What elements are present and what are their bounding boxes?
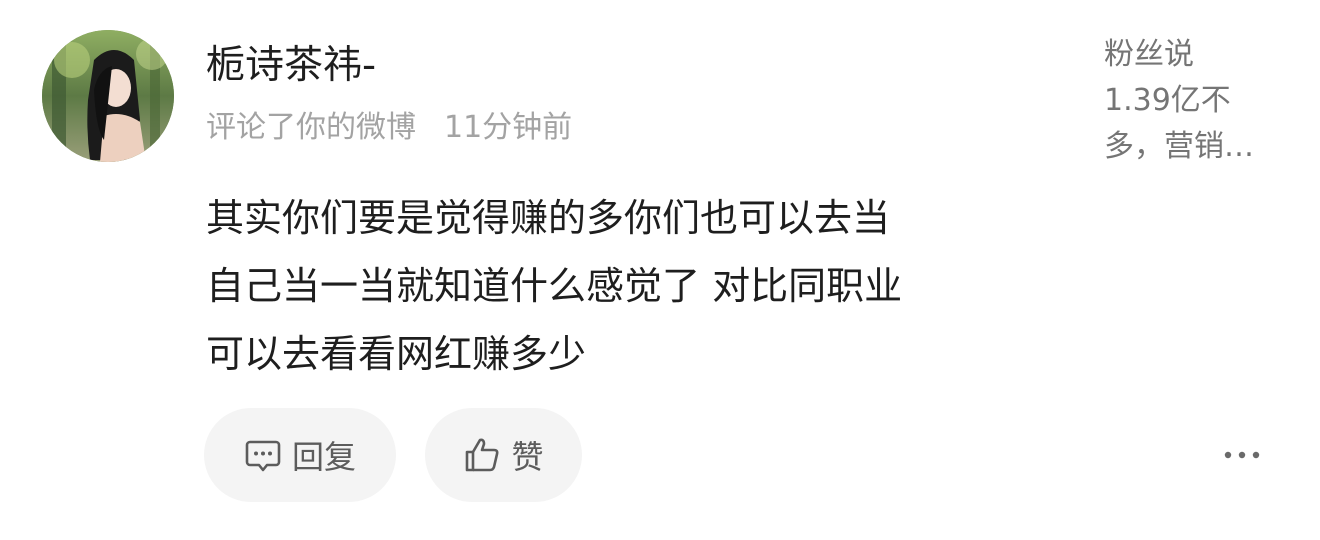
reply-label: 回复 xyxy=(291,438,356,476)
comment-meta: 评论了你的微博 11分钟前 xyxy=(206,106,572,150)
timestamp: 11分钟前 xyxy=(444,110,573,145)
comment-line: 其实你们要是觉得赚的多你们也可以去当 xyxy=(206,196,891,240)
user-avatar[interactable] xyxy=(42,30,174,162)
username[interactable]: 栀诗茶祎- xyxy=(206,40,376,92)
like-label: 赞 xyxy=(511,438,544,476)
preview-line: 粉丝说 xyxy=(1104,37,1194,72)
preview-line: 多，营销… xyxy=(1104,129,1254,164)
thumbs-up-icon xyxy=(466,438,499,472)
comment-line: 自己当一当就知道什么感觉了 对比同职业 xyxy=(206,264,903,308)
comment-text: 其实你们要是觉得赚的多你们也可以去当 自己当一当就知道什么感觉了 对比同职业 可… xyxy=(206,184,1066,388)
more-dots-icon xyxy=(1224,451,1260,459)
more-options-button[interactable] xyxy=(1214,438,1270,472)
avatar-photo xyxy=(42,30,174,162)
reply-button[interactable]: 回复 xyxy=(204,408,396,502)
preview-line: 1.39亿不 xyxy=(1104,83,1231,118)
comment-line: 可以去看看网红赚多少 xyxy=(206,332,587,376)
like-button[interactable]: 赞 xyxy=(425,408,582,502)
action-text: 评论了你的微博 xyxy=(206,110,416,145)
original-post-preview[interactable]: 粉丝说 1.39亿不 多，营销… xyxy=(1104,32,1294,170)
comment-bubble-icon xyxy=(245,440,281,472)
